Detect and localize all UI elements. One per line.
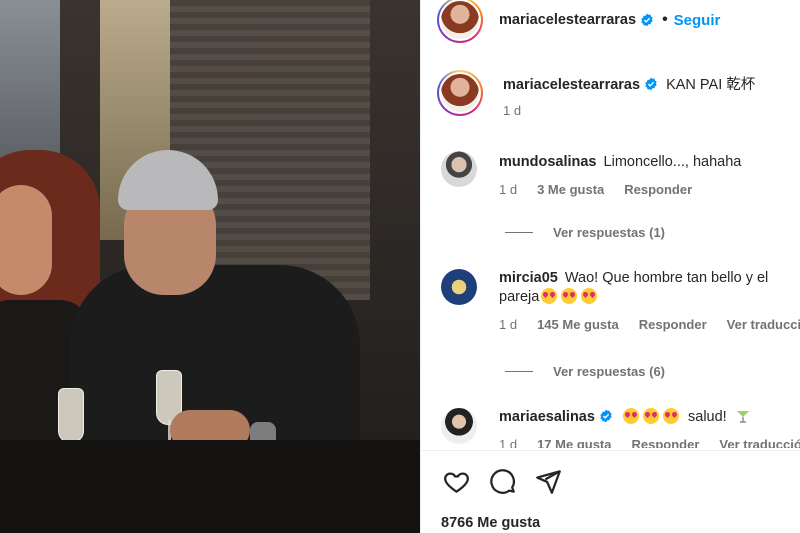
heart-eyes-emoji xyxy=(561,288,578,304)
replies-divider-line xyxy=(505,232,533,233)
comment-time[interactable]: 1 d xyxy=(499,317,517,332)
likes-count[interactable]: 8766 Me gusta xyxy=(441,515,540,531)
comment-likes[interactable]: 145 Me gusta xyxy=(537,317,619,332)
heart-eyes-emoji xyxy=(541,288,558,304)
verified-icon xyxy=(645,77,657,91)
share-icon[interactable] xyxy=(533,466,563,496)
heart-eyes-emoji xyxy=(642,408,659,424)
replies-divider-line xyxy=(505,371,533,372)
reply-button[interactable]: Responder xyxy=(624,182,692,197)
reply-button[interactable]: Responder xyxy=(639,317,707,332)
comment-likes[interactable]: 17 Me gusta xyxy=(537,437,611,448)
heart-icon[interactable] xyxy=(441,466,471,496)
commenter-avatar[interactable] xyxy=(441,151,477,187)
woman-face xyxy=(0,185,52,295)
view-replies-button[interactable]: Ver respuestas (6) xyxy=(505,364,665,379)
post-actions xyxy=(441,466,579,496)
translate-button[interactable]: Ver traducción xyxy=(719,437,800,448)
translate-button[interactable]: Ver traducción xyxy=(727,317,800,332)
author-avatar[interactable] xyxy=(437,0,483,43)
comment-time[interactable]: 1 d xyxy=(499,182,517,197)
post-photo[interactable] xyxy=(0,0,420,533)
separator-dot: • xyxy=(662,11,668,28)
post-side-panel: mariacelestearraras • Seguir mariacelest… xyxy=(420,0,800,533)
comment-item: mircia05 Wao! Que hombre tan bello y el … xyxy=(441,269,800,332)
comment-text-line2: pareja xyxy=(499,289,540,305)
caption-avatar[interactable] xyxy=(437,70,483,116)
commenter-username[interactable]: mariaesalinas xyxy=(499,409,595,425)
comment-item: mundosalinas Limoncello..., hahaha 1 d 3 … xyxy=(441,151,800,197)
comment-text: Limoncello..., hahaha xyxy=(603,154,742,170)
caption-text: KAN PAI 乾杯 xyxy=(666,77,756,93)
table xyxy=(0,440,420,533)
comment-icon[interactable] xyxy=(487,466,517,496)
comment-text: salud! xyxy=(688,409,727,425)
commenter-avatar[interactable] xyxy=(441,269,477,305)
view-replies-label: Ver respuestas (1) xyxy=(553,225,666,240)
commenter-username[interactable]: mircia05 xyxy=(499,270,558,286)
reply-button[interactable]: Responder xyxy=(632,437,700,448)
follow-button[interactable]: Seguir xyxy=(674,12,721,29)
commenter-avatar[interactable] xyxy=(441,408,477,444)
action-divider xyxy=(421,450,800,451)
cocktail-emoji xyxy=(736,411,749,423)
heart-eyes-emoji xyxy=(581,288,598,304)
post-header: mariacelestearraras • Seguir xyxy=(437,0,797,43)
heart-eyes-emoji xyxy=(662,408,679,424)
verified-icon xyxy=(641,13,653,27)
comment-likes[interactable]: 3 Me gusta xyxy=(537,182,604,197)
view-replies-button[interactable]: Ver respuestas (1) xyxy=(505,225,665,240)
glass-left xyxy=(58,388,84,443)
commenter-username[interactable]: mundosalinas xyxy=(499,154,597,170)
post-caption: mariacelestearraras KAN PAI 乾杯 1 d xyxy=(437,70,800,118)
heart-eyes-emoji xyxy=(622,408,639,424)
comment-time[interactable]: 1 d xyxy=(499,437,517,448)
caption-username[interactable]: mariacelestearraras xyxy=(503,77,640,93)
verified-icon xyxy=(600,409,612,423)
view-replies-label: Ver respuestas (6) xyxy=(553,364,666,379)
author-username[interactable]: mariacelestearraras xyxy=(499,12,636,28)
caption-time[interactable]: 1 d xyxy=(503,103,521,118)
comment-text: Wao! Que hombre tan bello y el xyxy=(564,270,769,286)
comment-item: mariaesalinas salud! 1 d 17 Me gusta Respo… xyxy=(441,408,800,448)
